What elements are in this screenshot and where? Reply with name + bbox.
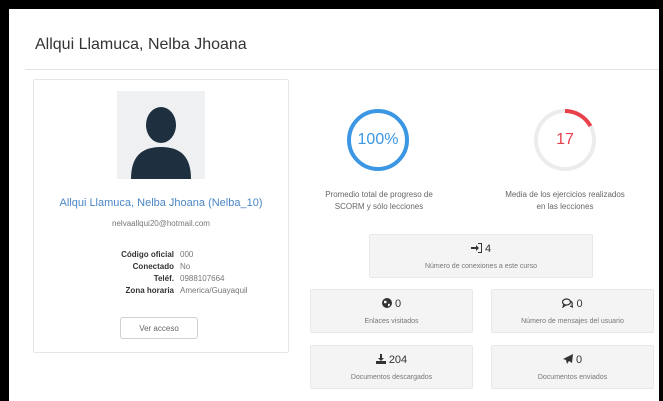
messages-stat: 0 Número de mensajes del usuario [491,289,654,333]
documents-sent-stat: 0 Documentos enviados [491,345,654,389]
messages-label: Número de mensajes del usuario [521,318,624,325]
exercises-caption-line1: Media de los ejercicios realizados [505,190,625,199]
globe-icon [381,298,392,308]
header-divider [25,69,659,70]
documents-sent-label: Documentos enviados [537,374,608,381]
user-silhouette-icon [131,107,191,179]
links-visited-label: Enlaces visitados [364,318,419,325]
user-full-name-link[interactable]: Allqui Llamuca, Nelba Jhoana (Nelba_10) [34,197,288,209]
user-email: nelvaallqui20@hotmail.com [112,219,210,228]
connections-stat: 4 Número de conexiones a este curso [369,234,593,278]
links-visited-stat: 0 Enlaces visitados [310,289,473,333]
info-label: Zona horaria [125,286,174,295]
info-row-official-code: Código oficial 000 [34,250,288,262]
avatar [117,91,205,179]
view-access-button[interactable]: Ver acceso [120,317,198,339]
exercises-caption: Media de los ejercicios realizados en la… [485,189,645,213]
messages-value: 0 [576,298,583,310]
info-label: Conectado [132,262,174,271]
exercises-value: 17 [556,131,574,148]
sign-in-icon [470,243,482,253]
info-value: 0988107664 [180,274,225,283]
user-details-panel: Allqui Llamuca, Nelba Jhoana Allqui Llam… [9,9,659,401]
info-value: No [180,262,191,271]
progress-caption-line2: SCORM y sólo lecciones [334,202,424,211]
info-row-connected: Conectado No [34,262,288,274]
exercises-caption-line2: en las lecciones [536,202,594,211]
paper-plane-icon [562,354,573,364]
documents-sent-value: 0 [575,354,583,366]
progress-value: 100% [357,131,399,148]
download-icon [375,354,386,364]
progress-caption: Promedio total de progreso de SCORM y só… [299,189,459,213]
connections-label: Número de conexiones a este curso [424,263,538,270]
info-value: 000 [180,250,194,259]
connections-value: 4 [484,243,492,255]
profile-card: Allqui Llamuca, Nelba Jhoana (Nelba_10) … [33,79,289,353]
downloads-label: Documentos descargados [350,374,433,381]
page-title: Allqui Llamuca, Nelba Jhoana [35,36,247,53]
comments-icon [562,298,574,309]
info-label: Teléf. [153,274,174,283]
downloads-stat: 204 Documentos descargados [310,345,473,389]
links-visited-value: 0 [394,298,402,310]
progress-gauge: 100% [345,107,411,173]
info-value: America/Guayaquil [180,286,248,295]
info-row-phone: Teléf. 0988107664 [34,274,288,286]
info-row-timezone: Zona horaria America/Guayaquil [34,286,288,298]
info-label: Código oficial [121,250,174,259]
exercises-gauge: 17 [532,107,598,173]
downloads-value: 204 [388,354,408,366]
progress-caption-line1: Promedio total de progreso de [325,190,433,199]
